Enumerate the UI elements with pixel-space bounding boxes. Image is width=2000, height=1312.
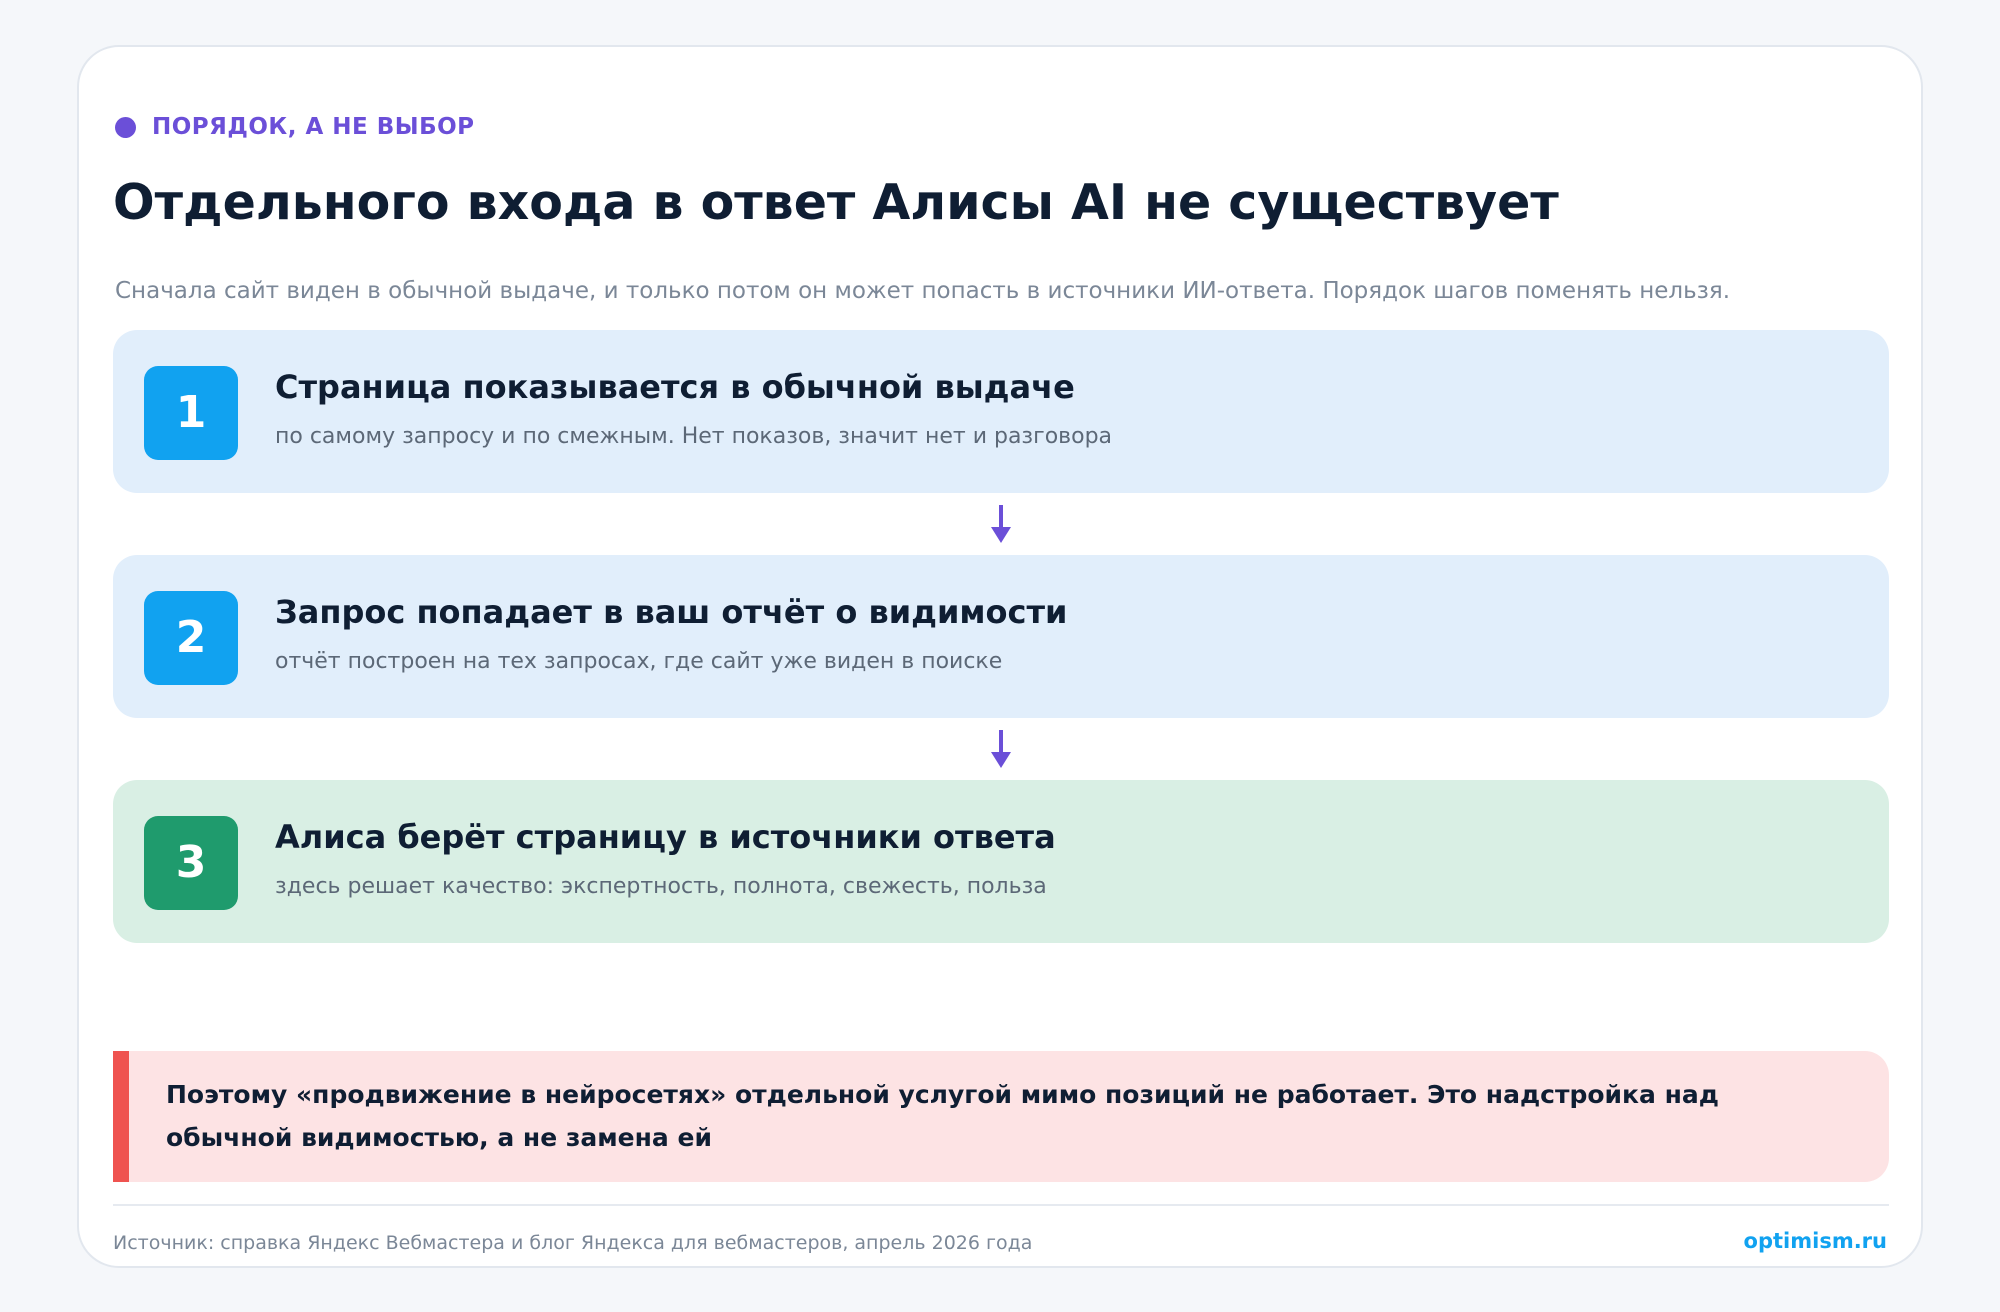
- step-description: по самому запросу и по смежным. Нет пока…: [275, 424, 1113, 449]
- step-number-badge: 2: [144, 591, 238, 685]
- step-title: Страница показывается в обычной выдаче: [275, 368, 1075, 406]
- conclusion-callout: Поэтому «продвижение в нейросетях» отдел…: [113, 1051, 1889, 1182]
- step-description: отчёт построен на тех запросах, где сайт…: [275, 649, 1003, 674]
- callout-accent-bar: [113, 1051, 129, 1182]
- infographic-card: ПОРЯДОК, А НЕ ВЫБОР Отдельного входа в о…: [77, 45, 1923, 1268]
- page-title: Отдельного входа в ответ Алисы AI не сущ…: [113, 174, 1559, 231]
- step-1: 1 Страница показывается в обычной выдаче…: [113, 330, 1889, 493]
- eyebrow-label: ПОРЯДОК, А НЕ ВЫБОР: [152, 114, 475, 140]
- step-title: Запрос попадает в ваш отчёт о видимости: [275, 593, 1068, 631]
- brand-logo-text: optimism.ru: [1743, 1229, 1887, 1253]
- callout-text: Поэтому «продвижение в нейросетях» отдел…: [166, 1080, 1719, 1152]
- step-2: 2 Запрос попадает в ваш отчёт о видимост…: [113, 555, 1889, 718]
- step-title: Алиса берёт страницу в источники ответа: [275, 818, 1056, 856]
- step-number-badge: 3: [144, 816, 238, 910]
- source-note: Источник: справка Яндекс Вебмастера и бл…: [113, 1232, 1033, 1254]
- step-3: 3 Алиса берёт страницу в источники ответ…: [113, 780, 1889, 943]
- arrow-down-icon: [991, 730, 1011, 768]
- arrow-down-icon: [991, 505, 1011, 543]
- step-description: здесь решает качество: экспертность, пол…: [275, 874, 1047, 899]
- eyebrow: ПОРЯДОК, А НЕ ВЫБОР: [115, 107, 475, 147]
- footer-divider: [113, 1204, 1889, 1206]
- step-number-badge: 1: [144, 366, 238, 460]
- page-subtitle: Сначала сайт виден в обычной выдаче, и т…: [115, 278, 1731, 304]
- dot-icon: [115, 116, 136, 138]
